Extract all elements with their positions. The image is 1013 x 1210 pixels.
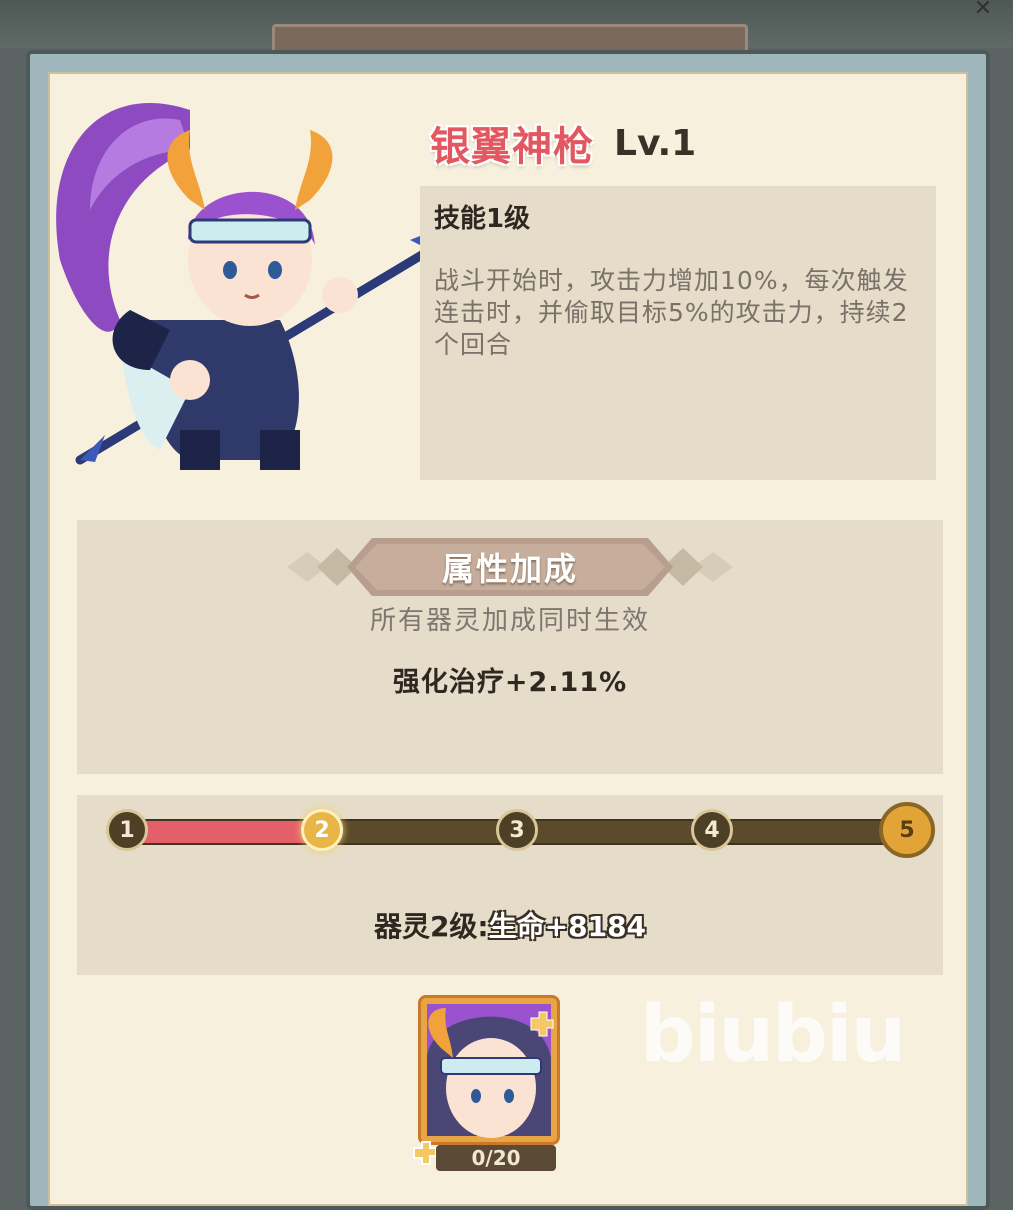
- shard-portrait: [421, 998, 557, 1142]
- shard-count: 0/20: [436, 1145, 556, 1171]
- hero-portrait: [56, 103, 435, 470]
- skill-level-label: 技能1级: [434, 204, 531, 234]
- spirit-level-progress: 1 2 3 4 5 器灵2级:生命+8184: [77, 795, 943, 975]
- top-header: ✕: [0, 0, 1013, 57]
- skill-description: 战斗开始时，攻击力增加10%，每次触发连击时，并偷取目标5%的攻击力，持续2个回…: [434, 266, 909, 359]
- watermark: biubiu: [640, 990, 906, 1080]
- level-bonus: 生命+8184: [488, 910, 647, 943]
- progress-node-3[interactable]: 3: [496, 809, 538, 851]
- hero-title-row: 银翼神枪 Lv.1: [430, 118, 697, 171]
- progress-node-2[interactable]: 2: [301, 809, 343, 851]
- close-icon[interactable]: ✕: [963, 0, 1003, 20]
- progress-node-5[interactable]: 5: [879, 802, 935, 858]
- shard-card[interactable]: [418, 995, 560, 1145]
- progress-node-1[interactable]: 1: [106, 809, 148, 851]
- hero-level: Lv.1: [614, 122, 697, 164]
- ribbon-banner: [287, 538, 733, 596]
- attribute-bonus-box: 属性加成 所有器灵加成同时生效 强化治疗+2.11%: [77, 520, 943, 774]
- progress-node-4[interactable]: 4: [691, 809, 733, 851]
- skill-box: 技能1级 战斗开始时，攻击力增加10%，每次触发连击时，并偷取目标5%的攻击力，…: [420, 186, 936, 480]
- attribute-subtitle: 所有器灵加成同时生效: [369, 606, 650, 636]
- level-label: 器灵2级:: [373, 910, 489, 943]
- level-bonus-text: 器灵2级:生命+8184: [77, 905, 943, 945]
- hero-name: 银翼神枪: [430, 124, 594, 170]
- progress-fill: [129, 821, 322, 843]
- attribute-value: 强化治疗+2.11%: [392, 667, 628, 698]
